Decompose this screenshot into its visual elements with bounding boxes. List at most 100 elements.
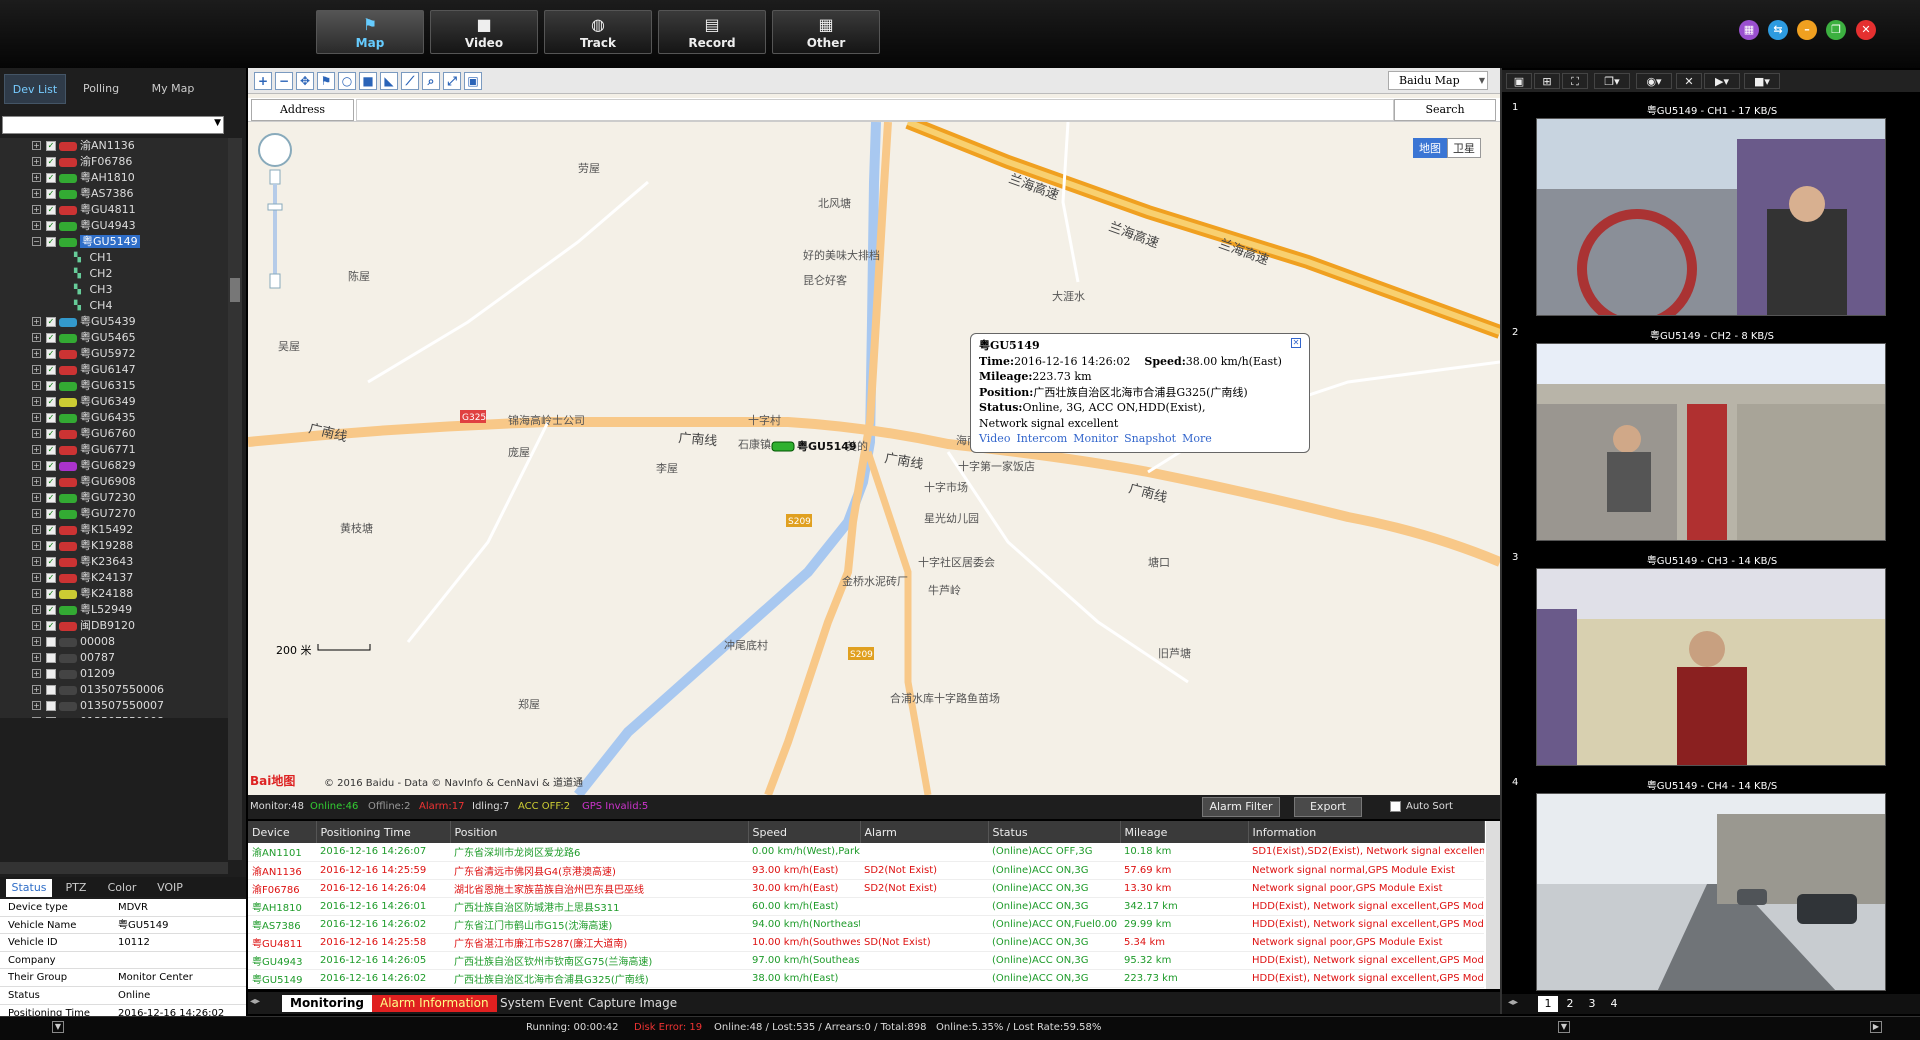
tree-item[interactable]: + ✓ 粤GU5439 <box>0 314 228 330</box>
expand-icon[interactable]: + <box>32 605 41 614</box>
expand-icon[interactable]: + <box>32 717 41 718</box>
expand-icon[interactable]: + <box>32 525 41 534</box>
fullscreen-icon[interactable]: ⤢ <box>443 72 461 90</box>
tree-checkbox[interactable]: ✓ <box>46 349 56 359</box>
video-page-4[interactable]: 4 <box>1604 996 1624 1012</box>
minimize-icon[interactable]: – <box>1797 20 1817 40</box>
column-header[interactable]: Positioning Time <box>316 821 451 843</box>
chevron-down-icon[interactable]: ▼ <box>1558 1021 1570 1033</box>
tree-checkbox[interactable]: ✓ <box>46 477 56 487</box>
tree-item[interactable]: + ✓ 粤AH1810 <box>0 170 228 186</box>
expand-icon[interactable]: + <box>32 189 41 198</box>
polygon-icon[interactable]: ◣ <box>380 72 398 90</box>
collapse-icon[interactable]: − <box>32 237 41 246</box>
tab-alarm-information[interactable]: Alarm Information <box>372 995 497 1012</box>
zoom-in-control[interactable] <box>269 169 281 185</box>
expand-icon[interactable]: + <box>32 365 41 374</box>
tree-item[interactable]: + ✓ 渝AN1136 <box>0 138 228 154</box>
tree-checkbox[interactable]: ✓ <box>46 365 56 375</box>
tree-checkbox[interactable]: ✓ <box>46 173 56 183</box>
expand-icon[interactable]: + <box>32 477 41 486</box>
close-icon[interactable]: ✕ <box>1291 338 1301 348</box>
column-header[interactable]: Speed <box>748 821 861 843</box>
tree-item[interactable]: + ✓ 粤GU6771 <box>0 442 228 458</box>
expand-icon[interactable]: + <box>32 173 41 182</box>
video-page-3[interactable]: 3 <box>1582 996 1602 1012</box>
expand-icon[interactable]: + <box>32 541 41 550</box>
expand-icon[interactable]: + <box>32 141 41 150</box>
expand-icon[interactable]: + <box>32 557 41 566</box>
tab-my-map[interactable]: My Map <box>140 74 206 104</box>
tree-item[interactable]: +00787 <box>0 650 228 666</box>
tree-item[interactable]: + ✓ 粤K15492 <box>0 522 228 538</box>
alarm-filter-button[interactable]: Alarm Filter <box>1202 797 1280 817</box>
tab-capture-image[interactable]: Capture Image <box>580 995 685 1012</box>
circle-icon[interactable]: ○ <box>338 72 356 90</box>
tree-checkbox[interactable]: ✓ <box>46 429 56 439</box>
camera-snapshot-icon[interactable]: ◉▾ <box>1636 73 1672 89</box>
tree-item[interactable]: +013507550008 <box>0 714 228 718</box>
tab-system-event[interactable]: System Event <box>492 995 591 1012</box>
auto-sort-checkbox[interactable] <box>1390 801 1401 812</box>
tree-hscrollbar[interactable] <box>0 862 228 874</box>
table-row[interactable]: 粤GU4943 2016-12-16 14:26:05 广西壮族自治区钦州市钦南区G… <box>248 951 1484 970</box>
table-row[interactable]: 粤GU4811 2016-12-16 14:25:58 广东省湛江市廉江市S287(… <box>248 933 1484 952</box>
tree-item[interactable]: + ✓ 粤GU6908 <box>0 474 228 490</box>
address-input[interactable] <box>356 99 1394 121</box>
expand-icon[interactable]: + <box>32 573 41 582</box>
tree-item[interactable]: + ✓ 粤AS7386 <box>0 186 228 202</box>
tree-checkbox[interactable] <box>46 653 56 663</box>
tab-polling[interactable]: Polling <box>70 74 132 104</box>
tree-scrollbar[interactable] <box>228 138 242 860</box>
tree-checkbox[interactable]: ✓ <box>46 189 56 199</box>
expand-icon[interactable]: + <box>32 397 41 406</box>
device-filter-select[interactable]: ▼ <box>2 116 224 134</box>
layout-icon[interactable]: ▦ <box>1739 20 1759 40</box>
tree-item[interactable]: − ✓ 粤GU5149 <box>0 234 228 250</box>
column-header[interactable]: Status <box>988 821 1121 843</box>
satellite-mode-button[interactable]: 卫星 <box>1447 138 1481 158</box>
tree-checkbox[interactable]: ✓ <box>46 381 56 391</box>
mute-icon[interactable]: ✕ <box>1676 73 1702 89</box>
tab-ptz[interactable]: PTZ <box>56 879 96 897</box>
tab-color[interactable]: Color <box>100 879 144 897</box>
save-icon[interactable]: ▣ <box>464 72 482 90</box>
expand-icon[interactable]: + <box>32 621 41 630</box>
pan-control[interactable] <box>258 133 292 167</box>
expand-icon[interactable]: + <box>32 669 41 678</box>
tree-item[interactable]: + ✓ 粤GU6760 <box>0 426 228 442</box>
expand-icon[interactable]: + <box>32 445 41 454</box>
tree-item[interactable]: +00008 <box>0 634 228 650</box>
vehicle-marker[interactable] <box>771 441 795 452</box>
nav-other-button[interactable]: ▦ Other <box>772 10 880 54</box>
tree-checkbox[interactable] <box>46 685 56 695</box>
tree-item[interactable]: +013507550007 <box>0 698 228 714</box>
search-icon[interactable]: ⌕ <box>422 72 440 90</box>
column-header[interactable]: Mileage <box>1120 821 1249 843</box>
tree-channel-item[interactable]: ▚ CH4 <box>0 298 228 314</box>
tree-checkbox[interactable]: ✓ <box>46 493 56 503</box>
tree-checkbox[interactable] <box>46 637 56 647</box>
tree-item[interactable]: +01209 <box>0 666 228 682</box>
maximize-icon[interactable]: ❐ <box>1826 20 1846 40</box>
table-row[interactable]: 渝F06786 2016-12-16 14:26:04 湖北省恩施土家族苗族自治州巴… <box>248 879 1484 898</box>
tree-item[interactable]: + ✓ 粤K19288 <box>0 538 228 554</box>
tree-item[interactable]: + ✓ 粤L52949 <box>0 602 228 618</box>
tab-voip[interactable]: VOIP <box>148 879 192 897</box>
nav-map-button[interactable]: ⚑ Map <box>316 10 424 54</box>
tree-checkbox[interactable]: ✓ <box>46 621 56 631</box>
tree-checkbox[interactable] <box>46 669 56 679</box>
single-view-icon[interactable]: ▣ <box>1506 73 1532 89</box>
expand-icon[interactable]: + <box>32 333 41 342</box>
nav-video-button[interactable]: ■ Video <box>430 10 538 54</box>
table-row[interactable]: 渝AN1101 2016-12-16 14:26:07 广东省深圳市龙岗区爱龙路6 0… <box>248 843 1484 862</box>
expand-icon[interactable]: + <box>32 429 41 438</box>
close-icon[interactable]: ✕ <box>1856 20 1876 40</box>
tree-item[interactable]: + ✓ 粤GU7270 <box>0 506 228 522</box>
expand-icon[interactable]: + <box>32 349 41 358</box>
chevron-down-icon[interactable]: ▼ <box>52 1021 64 1033</box>
video-frame-ch2[interactable] <box>1536 343 1886 541</box>
nav-track-button[interactable]: ◍ Track <box>544 10 652 54</box>
tree-item[interactable]: + ✓ 粤K24137 <box>0 570 228 586</box>
expand-icon[interactable]: + <box>32 381 41 390</box>
